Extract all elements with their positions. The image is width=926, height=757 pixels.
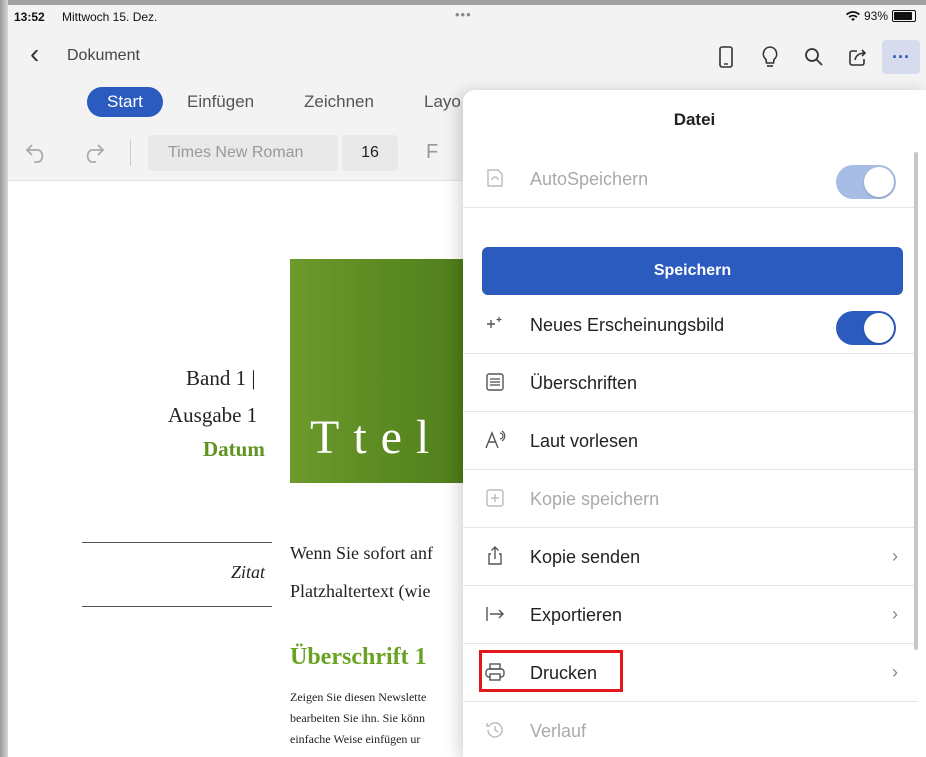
quote-rule-bottom — [82, 606, 272, 607]
new-look-toggle[interactable] — [836, 311, 896, 345]
tab-start[interactable]: Start — [87, 87, 163, 117]
quote-label[interactable]: Zitat — [231, 562, 265, 583]
export-icon — [483, 602, 507, 626]
heading-1[interactable]: Überschrift 1 — [290, 644, 427, 671]
panel-title: Datei — [673, 110, 716, 129]
toolbar-divider — [130, 140, 131, 166]
issue-label[interactable]: Ausgabe 1 — [168, 403, 257, 428]
chevron-right-icon: › — [892, 604, 898, 624]
print-highlight-box — [479, 650, 623, 692]
phone-icon — [719, 46, 733, 68]
volume-label[interactable]: Band 1 | — [186, 366, 256, 391]
save-copy-icon — [483, 486, 507, 510]
bold-button[interactable]: F — [426, 141, 438, 164]
share-icon — [483, 544, 507, 568]
sparkle-icon — [483, 312, 507, 336]
chevron-right-icon: › — [892, 546, 898, 566]
window-top-border — [0, 0, 926, 5]
autosave-row: AutoSpeichern — [463, 150, 918, 208]
paragraph-line-1[interactable]: Zeigen Sie diesen Newslette — [290, 690, 426, 705]
chevron-right-icon: › — [892, 662, 898, 682]
save-button[interactable]: Speichern — [482, 247, 903, 295]
nav-bar: ‹ Dokument ··· — [0, 30, 926, 80]
more-button[interactable]: ··· — [882, 40, 920, 74]
headings-row[interactable]: Überschriften — [463, 354, 918, 412]
toggle-knob — [864, 167, 894, 197]
body-text-line-2[interactable]: Platzhaltertext (wie — [290, 581, 430, 602]
history-icon — [483, 718, 507, 742]
tab-einfuegen[interactable]: Einfügen — [187, 87, 254, 117]
window-left-border — [0, 0, 8, 757]
newsletter-title[interactable]: Ttel — [310, 410, 443, 465]
autosave-toggle[interactable] — [836, 165, 896, 199]
read-aloud-icon — [483, 428, 507, 452]
date-label[interactable]: Datum — [203, 437, 265, 462]
share-icon — [849, 49, 867, 66]
search-icon — [805, 48, 823, 66]
battery-icon — [892, 10, 916, 22]
quote-rule-top — [82, 542, 272, 543]
document-title[interactable]: Dokument — [67, 47, 140, 65]
share-button[interactable] — [838, 40, 878, 74]
send-copy-row[interactable]: Kopie senden › — [463, 528, 918, 586]
nav-actions: ··· — [702, 40, 926, 74]
paragraph-line-2[interactable]: bearbeiten Sie ihn. Sie könn — [290, 711, 425, 726]
new-look-row: Neues Erscheinungsbild — [463, 296, 918, 354]
paragraph-line-3[interactable]: einfache Weise einfügen ur — [290, 732, 420, 747]
history-row[interactable]: Verlauf — [463, 702, 918, 757]
history-label: Verlauf — [530, 721, 587, 741]
more-icon: ··· — [892, 46, 910, 67]
mobile-view-button[interactable] — [706, 40, 746, 74]
new-look-label: Neues Erscheinungsbild — [530, 315, 725, 335]
status-date: Mittwoch 15. Dez. — [62, 10, 158, 24]
font-size-field[interactable]: 16 — [342, 135, 398, 171]
read-aloud-row[interactable]: Laut vorlesen — [463, 412, 918, 470]
ideas-button[interactable] — [750, 40, 790, 74]
font-name-field[interactable]: Times New Roman — [148, 135, 338, 171]
save-copy-row[interactable]: Kopie speichern — [463, 470, 918, 528]
list-icon — [483, 370, 507, 394]
body-text-line-1[interactable]: Wenn Sie sofort anf — [290, 543, 433, 564]
multitasking-dots[interactable]: ••• — [455, 7, 472, 22]
autosave-label: AutoSpeichern — [530, 169, 649, 189]
redo-icon[interactable] — [80, 142, 106, 164]
tab-layout[interactable]: Layo — [424, 87, 461, 117]
search-button[interactable] — [794, 40, 834, 74]
battery-percent: 93% — [863, 9, 888, 23]
lightbulb-icon — [762, 46, 778, 67]
ipad-screen: 13:52 Mittwoch 15. Dez. ••• 93% ‹ Dokume… — [0, 0, 926, 757]
tab-zeichnen[interactable]: Zeichnen — [304, 87, 374, 117]
export-label: Exportieren — [530, 605, 623, 625]
row-divider — [463, 207, 918, 208]
headings-label: Überschriften — [530, 373, 638, 393]
toggle-knob — [864, 313, 894, 343]
wifi-icon — [845, 10, 860, 21]
back-chevron-icon[interactable]: ‹ — [30, 40, 39, 68]
read-aloud-label: Laut vorlesen — [530, 431, 639, 451]
save-copy-label: Kopie speichern — [530, 489, 660, 509]
export-row[interactable]: Exportieren › — [463, 586, 918, 644]
status-right: 93% — [845, 9, 916, 23]
status-time: 13:52 — [14, 10, 45, 24]
panel-scrollbar[interactable] — [914, 152, 918, 650]
undo-icon[interactable] — [24, 142, 50, 164]
autosave-icon — [483, 166, 507, 190]
send-copy-label: Kopie senden — [530, 547, 641, 567]
